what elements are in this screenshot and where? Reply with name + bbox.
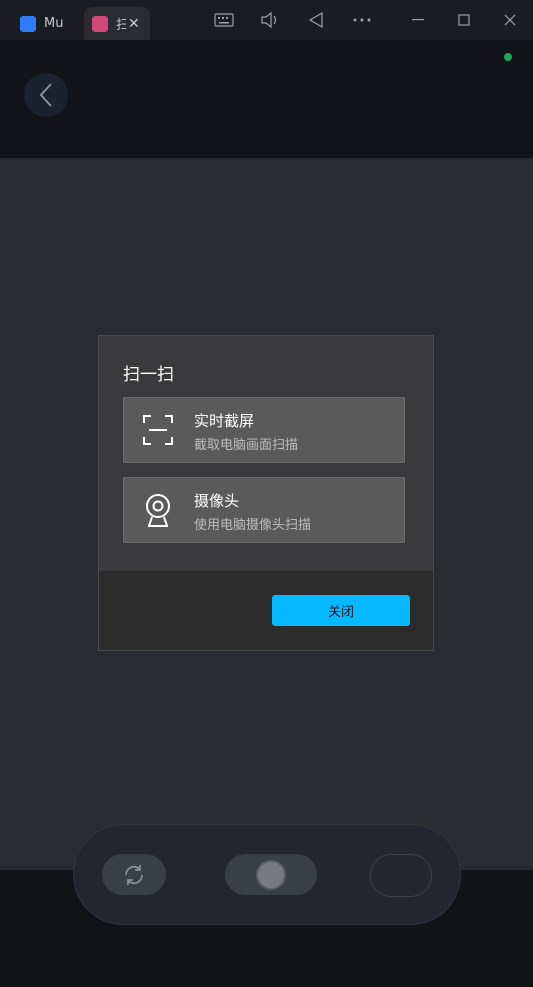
- screen-capture-option[interactable]: 实时截屏 截取电脑画面扫描: [123, 397, 405, 463]
- option-desc: 截取电脑画面扫描: [194, 438, 299, 453]
- option-title: 摄像头: [194, 492, 240, 510]
- webcam-option[interactable]: 摄像头 使用电脑摄像头扫描: [123, 477, 405, 543]
- tab-title: 扫: [116, 18, 126, 33]
- more-icon[interactable]: [352, 10, 372, 30]
- mumu-app-icon: [20, 15, 36, 32]
- option-title: 实时截屏: [194, 412, 255, 430]
- back-button[interactable]: [24, 73, 68, 117]
- rotate-icon: [125, 864, 143, 885]
- scan-dialog: 扫一扫 实时截屏 截取电脑画面扫描 摄像头 使用电脑摄像头扫描 关闭: [98, 335, 434, 651]
- window-titlebar: MuMu 扫 ✕: [0, 0, 533, 40]
- maximize-icon[interactable]: [454, 10, 474, 30]
- screen-capture-icon: [143, 415, 173, 445]
- minimize-icon[interactable]: [408, 10, 428, 30]
- option-desc: 使用电脑摄像头扫描: [194, 518, 312, 533]
- tab-active-app[interactable]: 扫 ✕: [84, 7, 150, 40]
- tab-mumu[interactable]: MuMu: [12, 7, 78, 40]
- volume-icon[interactable]: [260, 10, 280, 30]
- app-icon: [92, 15, 108, 32]
- rotate-button[interactable]: [102, 854, 166, 895]
- app-header: [0, 40, 533, 158]
- close-button[interactable]: 关闭: [272, 595, 410, 626]
- keyboard-icon[interactable]: [214, 10, 234, 30]
- recent-apps-button[interactable]: [370, 854, 432, 897]
- dialog-footer: 关闭: [99, 571, 433, 650]
- close-icon[interactable]: [500, 10, 520, 30]
- home-button[interactable]: [225, 854, 317, 895]
- status-indicator: [504, 53, 512, 61]
- chevron-left-icon: [39, 83, 52, 107]
- dialog-title: 扫一扫: [123, 365, 174, 385]
- tab-title: MuMu: [44, 16, 64, 31]
- tab-close-icon[interactable]: ✕: [128, 16, 140, 32]
- webcam-icon: [146, 494, 170, 527]
- home-icon: [256, 859, 286, 890]
- bottom-navigation-bar: [73, 824, 461, 925]
- back-triangle-icon[interactable]: [306, 10, 326, 30]
